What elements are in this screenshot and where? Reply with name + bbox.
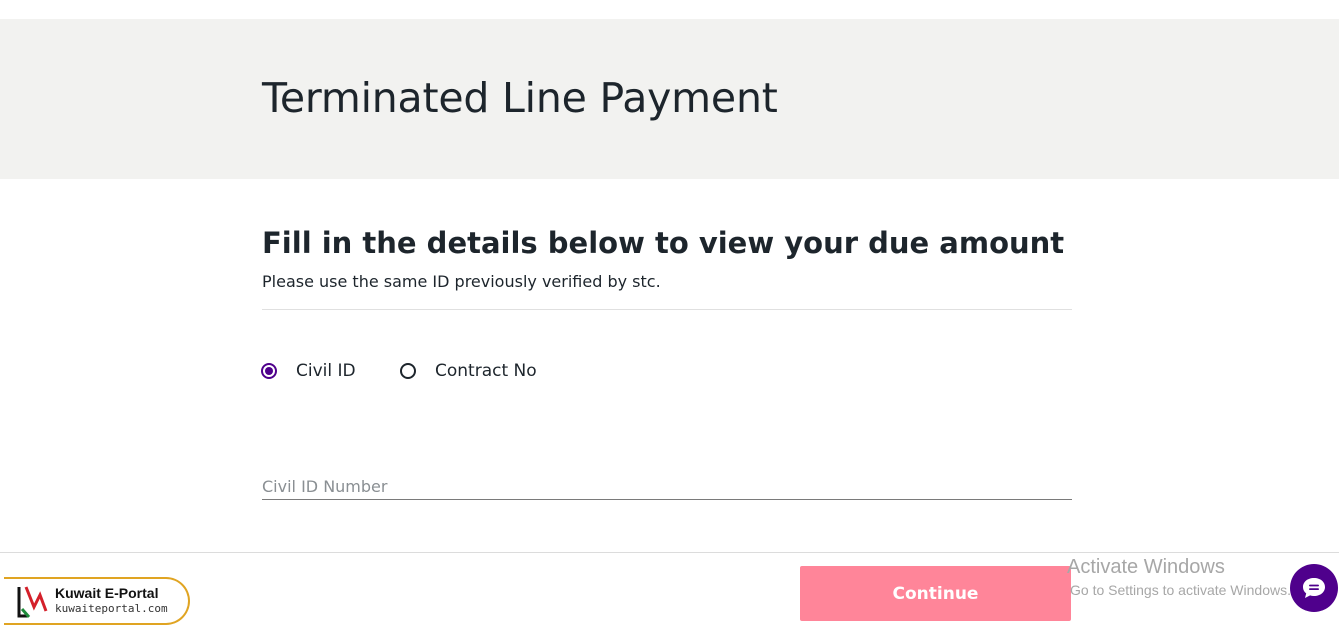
kuwait-eportal-logo: Kuwait E-Portal kuwaiteportal.com	[4, 577, 190, 625]
logo-url: kuwaiteportal.com	[55, 602, 168, 615]
radio-contract-no[interactable]: Contract No	[400, 359, 537, 383]
radio-contract-no-label: Contract No	[435, 361, 537, 381]
radio-civil-id[interactable]: Civil ID	[261, 359, 356, 383]
radio-selected-icon[interactable]	[261, 363, 277, 379]
footer-divider	[0, 552, 1339, 553]
form-divider	[262, 309, 1072, 310]
chat-button[interactable]	[1290, 564, 1338, 612]
continue-button[interactable]: Continue	[800, 566, 1071, 621]
logo-name: Kuwait E-Portal	[55, 585, 159, 601]
page-title: Terminated Line Payment	[262, 74, 778, 122]
form-subtitle: Please use the same ID previously verifi…	[262, 272, 661, 291]
radio-civil-id-label: Civil ID	[296, 361, 356, 381]
activate-windows-watermark: Activate Windows Go to Settings to activ…	[1067, 555, 1296, 601]
watermark-title: Activate Windows	[1067, 556, 1225, 578]
watermark-subtitle: Go to Settings to activate Windows.	[1070, 582, 1291, 598]
radio-unselected-icon[interactable]	[400, 363, 416, 379]
kuwait-eportal-logo-icon	[17, 586, 48, 618]
civil-id-number-input[interactable]	[262, 474, 1072, 500]
form-heading: Fill in the details below to view your d…	[262, 226, 1065, 260]
chat-bubble-icon	[1303, 578, 1325, 598]
